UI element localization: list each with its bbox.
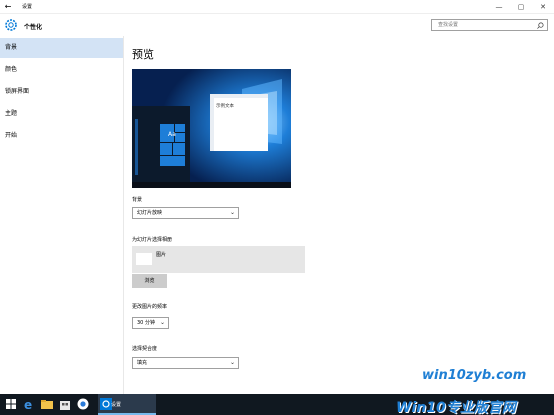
sidebar-item-start[interactable]: 开始 <box>0 126 123 146</box>
svg-text:e: e <box>24 398 32 411</box>
gear-icon <box>5 19 17 31</box>
background-label: 背景 <box>132 197 143 203</box>
watermark-title: Win10专业版官网 <box>396 400 516 415</box>
background-dropdown[interactable]: 幻灯片放映 ⌄ <box>132 207 239 219</box>
frequency-label: 更改图片的频率 <box>132 304 168 310</box>
sidebar-item-lock-screen[interactable]: 锁屏界面 <box>0 82 123 102</box>
folder-thumbnail <box>136 253 152 265</box>
background-value: 幻灯片放映 <box>137 210 163 216</box>
chevron-down-icon: ⌄ <box>229 359 235 366</box>
album-item[interactable]: 图片 <box>132 246 305 273</box>
preview-sample-text: 示例文本 <box>216 104 234 109</box>
search-input[interactable] <box>432 20 532 30</box>
close-button[interactable]: ✕ <box>532 0 554 14</box>
page-title: 个性化 <box>24 24 43 31</box>
taskbar-app-label: 设置 <box>111 402 122 408</box>
browse-button[interactable]: 浏览 <box>132 274 167 288</box>
album-item-label: 图片 <box>156 252 167 258</box>
desktop-preview: Aa 示例文本 <box>132 69 291 188</box>
maximize-button[interactable]: ▢ <box>510 0 532 14</box>
store-icon[interactable] <box>58 397 72 411</box>
back-arrow-icon[interactable]: ← <box>2 1 14 13</box>
windows-icon[interactable] <box>4 397 18 411</box>
frequency-value: 30 分钟 <box>137 320 155 326</box>
search-icon[interactable] <box>537 22 544 29</box>
chevron-down-icon: ⌄ <box>229 209 235 216</box>
sidebar-item-themes[interactable]: 主题 <box>0 104 123 124</box>
edge-icon[interactable]: e <box>22 397 36 411</box>
preview-tile-text: Aa <box>168 131 176 138</box>
file-explorer-icon[interactable] <box>40 397 54 411</box>
watermark-url: win10zyb.com <box>422 368 527 383</box>
title-bar: ← 设置 — ▢ ✕ <box>0 0 554 14</box>
window-title: 设置 <box>22 4 33 10</box>
sidebar-item-background[interactable]: 背景 <box>0 38 123 58</box>
settings-header: 个性化 <box>0 14 554 36</box>
chrome-icon[interactable] <box>76 397 90 411</box>
minimize-button[interactable]: — <box>488 0 510 14</box>
chevron-down-icon: ⌄ <box>159 319 165 326</box>
sidebar-item-colors[interactable]: 颜色 <box>0 60 123 80</box>
search-box[interactable] <box>431 19 548 31</box>
album-label: 为幻灯片选择相册 <box>132 237 173 243</box>
fit-label: 选择契合度 <box>132 346 158 352</box>
preview-heading: 预览 <box>132 48 154 61</box>
preview-image <box>132 69 291 188</box>
fit-value: 填充 <box>137 360 148 366</box>
sidebar: 背景 颜色 锁屏界面 主题 开始 <box>0 36 124 394</box>
frequency-dropdown[interactable]: 30 分钟 ⌄ <box>132 317 169 329</box>
fit-dropdown[interactable]: 填充 ⌄ <box>132 357 239 369</box>
main-content: 预览 Aa 示例文本 背景 幻灯片放映 ⌄ 为幻灯片选择相册 图片 浏览 更改图… <box>124 36 554 394</box>
